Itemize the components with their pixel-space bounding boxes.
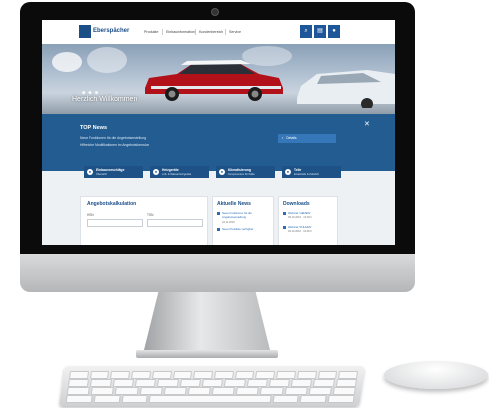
monitor-stand-foot [136, 350, 278, 358]
tile-subtitle: Luft- & Wasserheizgeräte [162, 172, 192, 176]
tile-teile[interactable]: ● Teile Ersatzteile & Zubehör [282, 166, 341, 178]
top-news-title: TOP News [80, 125, 108, 131]
search-icon[interactable]: ⌕ [300, 25, 312, 38]
download-icon [283, 212, 286, 215]
snowy-car-image [297, 70, 395, 108]
nav-service[interactable]: Service [229, 30, 241, 34]
calculator-panel: Angebotskalkulation HSN TSN [80, 196, 208, 245]
news-item[interactable]: Neue Funktionen für die Angebotserstellu… [222, 211, 270, 219]
monitor-stand [143, 292, 271, 354]
hero-caption: Herzlich Willkommen [72, 96, 138, 103]
calculator-title: Angebotskalkulation [87, 201, 137, 207]
mouse [384, 361, 488, 389]
tile-klimatisierung[interactable]: ● Klimatisierung Komponenten für Kälte [216, 166, 275, 178]
logo-icon[interactable] [79, 25, 91, 38]
tile-icon: ● [285, 169, 291, 175]
logo-text[interactable]: Eberspächer [93, 28, 129, 34]
nav-divider [225, 29, 226, 35]
tsn-field[interactable] [147, 219, 203, 227]
tile-einbauvorschlaege[interactable]: ● Einbauvorschläge Übersicht [84, 166, 143, 178]
browser-screen: Eberspächer Produkte Einbauinformation K… [42, 20, 395, 245]
top-news-details-button[interactable]: ▪ Details [278, 134, 336, 143]
tile-title: Heizgeräte [162, 168, 179, 172]
top-news-line: Hilfreiche Modifikationen im Angebotsfor… [80, 143, 149, 147]
download-date: 09.10.2016 · 10:00 h [288, 230, 312, 233]
news-date: 24.11.2016 [222, 221, 235, 224]
nav-kundenbereich[interactable]: Kundenbereich [199, 30, 223, 34]
tile-title: Klimatisierung [228, 168, 251, 172]
monitor-chin [20, 254, 415, 292]
tile-subtitle: Übersicht [96, 172, 107, 176]
hero-banner: ■ ■ ■ Herzlich Willkommen [42, 44, 395, 114]
keyboard [59, 366, 365, 406]
nav-einbauinformation[interactable]: Einbauinformation [166, 30, 195, 34]
tile-icon: ● [219, 169, 225, 175]
tsn-label: TSN [147, 213, 154, 217]
nav-produkte[interactable]: Produkte [144, 30, 158, 34]
top-news-button-label: Details [286, 136, 297, 140]
document-icon: ▪ [282, 136, 284, 140]
news-item[interactable]: Neue Preisliste verfügbar [222, 227, 270, 231]
nav-divider [195, 29, 196, 35]
tile-title: Teile [294, 168, 302, 172]
tile-subtitle: Ersatzteile & Zubehör [294, 172, 319, 176]
hsn-label: HSN [87, 213, 94, 217]
news-panel: Aktuelle News Neue Funktionen für die An… [212, 196, 274, 245]
user-icon[interactable]: ● [328, 25, 340, 38]
tile-icon: ● [153, 169, 159, 175]
red-car-image [145, 60, 283, 101]
download-icon [283, 226, 286, 229]
nav-divider [162, 29, 163, 35]
bullet-icon [217, 228, 220, 231]
bullet-icon [217, 212, 220, 215]
tile-icon: ● [87, 169, 93, 175]
close-icon[interactable]: ✕ [364, 120, 370, 128]
downloads-panel: Downloads Webinar 'HEIZEN' 09.10.2016 · … [278, 196, 338, 245]
downloads-title: Downloads [283, 201, 310, 207]
tile-subtitle: Komponenten für Kälte [228, 172, 255, 176]
document-icon[interactable]: ▤ [314, 25, 326, 38]
camera-icon [211, 8, 219, 16]
download-date: 09.10.2016 · 10:00 h [288, 216, 312, 219]
download-item[interactable]: Webinar 'KÜHLEN' [288, 225, 312, 229]
download-item[interactable]: Webinar 'HEIZEN' [288, 211, 310, 215]
top-news-line: Neue Funktionen für die Angebotserstellu… [80, 136, 146, 140]
hsn-field[interactable] [87, 219, 143, 227]
tile-title: Einbauvorschläge [96, 168, 125, 172]
news-title: Aktuelle News [217, 201, 251, 207]
tile-heizgeraete[interactable]: ● Heizgeräte Luft- & Wasserheizgeräte [150, 166, 209, 178]
